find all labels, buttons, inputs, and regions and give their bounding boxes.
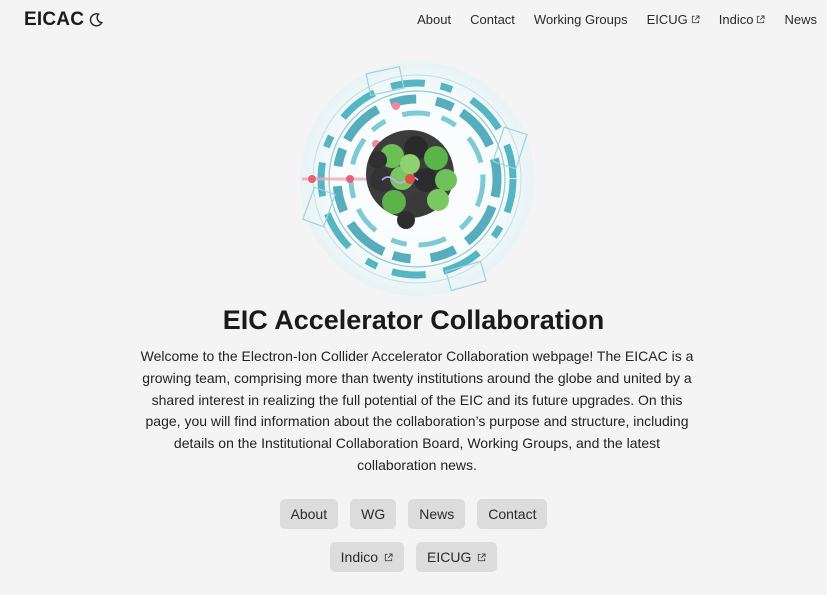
nav-indico[interactable]: Indico <box>719 12 766 27</box>
contact-button-label: Contact <box>488 506 537 522</box>
nav-contact[interactable]: Contact <box>470 12 515 27</box>
external-link-icon <box>691 15 700 24</box>
eic-hero-illustration <box>300 62 534 296</box>
nav-working-groups-label: Working Groups <box>533 12 628 27</box>
nav-about[interactable]: About <box>417 12 451 27</box>
brand-logo[interactable]: EICAC <box>24 9 84 31</box>
external-link-icon <box>478 552 486 561</box>
wg-button-label: WG <box>361 506 386 522</box>
indico-button-label: Indico <box>340 549 378 565</box>
news-button[interactable]: News <box>408 499 466 529</box>
nav-contact-label: Contact <box>470 12 515 27</box>
moon-icon[interactable] <box>88 12 104 28</box>
nav-about-label: About <box>417 12 452 27</box>
about-button-label: About <box>290 506 328 522</box>
wg-button[interactable]: WG <box>350 499 397 529</box>
intro-paragraph: Welcome to the Electron-Ion Collider Acc… <box>140 348 694 473</box>
news-button-label: News <box>419 506 455 522</box>
nav-news[interactable]: News <box>784 12 817 27</box>
external-link-icon <box>757 15 766 24</box>
nav-eicug-label: EICUG <box>646 12 688 27</box>
page-title: EIC Accelerator Collaboration <box>222 305 605 335</box>
contact-button[interactable]: Contact <box>477 499 548 529</box>
eicug-button-label: EICUG <box>427 549 472 565</box>
nav-working-groups[interactable]: Working Groups <box>534 12 628 27</box>
primary-button-row: About WG News Contact <box>0 499 827 529</box>
nav-indico-label: Indico <box>718 12 754 27</box>
nav-eicug[interactable]: EICUG <box>647 12 700 27</box>
indico-button[interactable]: Indico <box>329 542 404 572</box>
about-button[interactable]: About <box>279 499 339 529</box>
top-navbar: EICAC About Contact Working Groups EICUG… <box>0 0 827 40</box>
eicug-button[interactable]: EICUG <box>416 542 498 572</box>
main-nav: About Contact Working Groups EICUG Indic… <box>417 12 817 27</box>
external-link-icon <box>384 552 393 561</box>
external-button-row: Indico EICUG <box>0 542 827 572</box>
nav-news-label: News <box>784 12 817 27</box>
